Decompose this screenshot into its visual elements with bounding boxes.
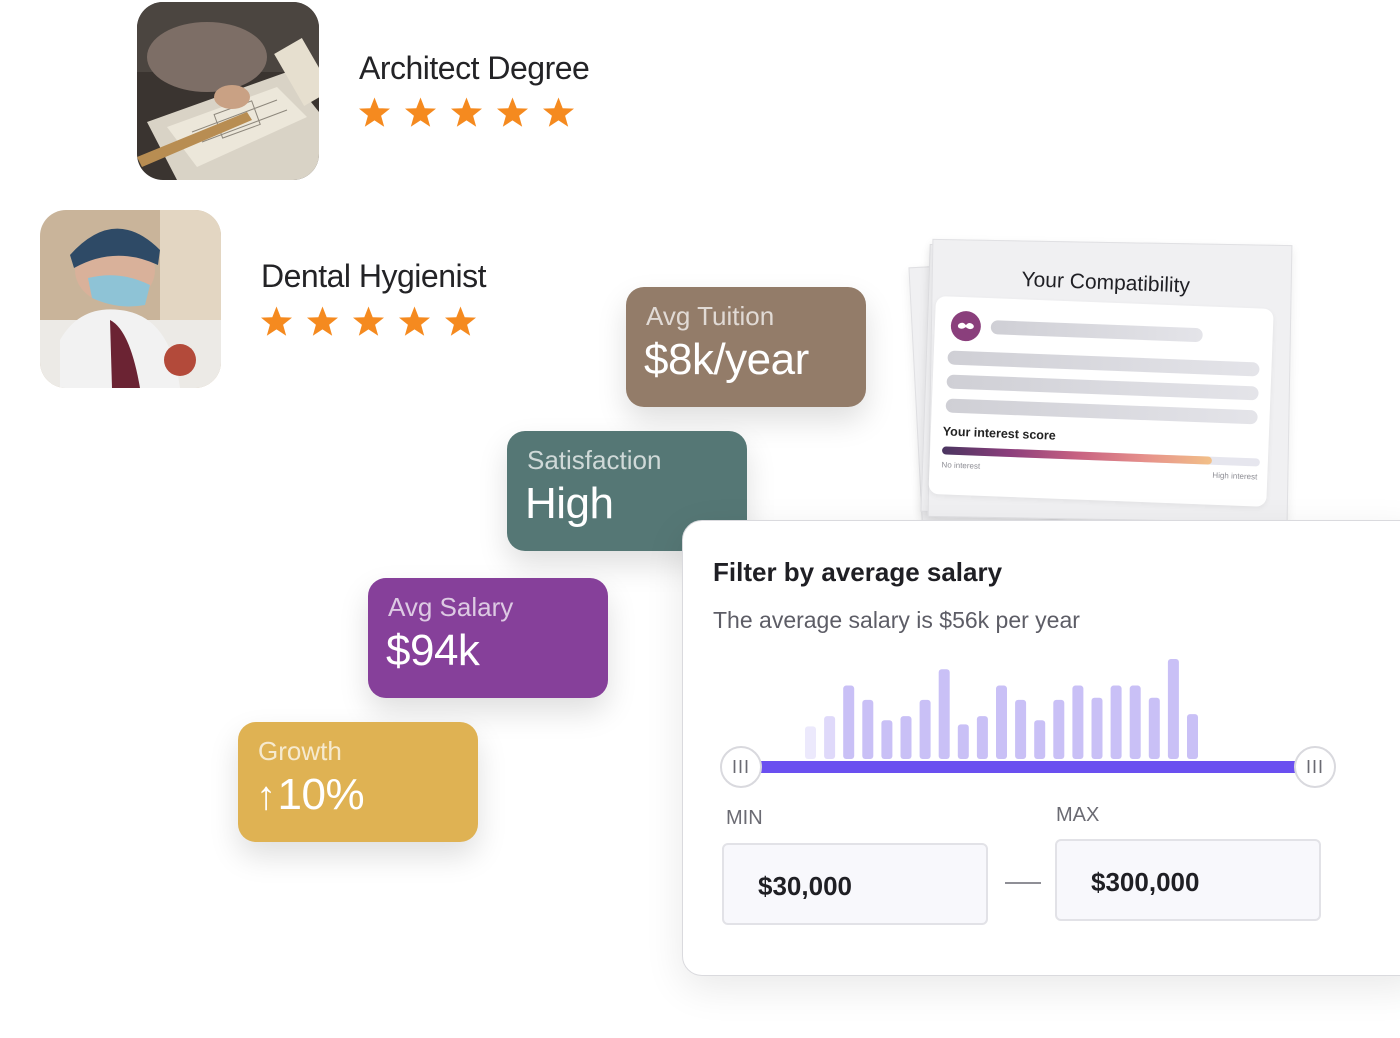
histogram-bar [996,685,1007,759]
star-icon [449,96,484,131]
tile-label: Satisfaction [527,445,662,475]
tile-label: Growth [258,736,342,766]
star-icon [495,96,530,131]
histogram-bar [805,726,816,759]
star-rating [259,305,478,340]
max-salary-value: $300,000 [1091,867,1200,897]
compatibility-card: Your interest score No interest High int… [928,296,1274,507]
histogram-bar [1053,699,1065,759]
star-icon [357,96,392,131]
interest-min-label: No interest [941,460,981,471]
panel-subtitle: The average salary is $56k per year [713,607,1080,633]
avg-salary-tile[interactable]: Avg Salary $94k [368,578,608,698]
growth-tile[interactable]: Growth ↑10% [238,722,478,842]
star-rating [357,96,576,131]
interest-score-fill [941,446,1213,465]
histogram-bar [1072,685,1084,759]
min-label: MIN [726,807,763,829]
tile-value: High [525,479,614,528]
histogram-bar [1110,685,1122,759]
histogram-bar [843,685,855,759]
max-label: MAX [1056,804,1100,826]
histogram-bar [1187,714,1198,759]
max-range-handle[interactable]: III [1294,746,1336,788]
histogram-bar [1034,720,1046,759]
star-icon [351,305,386,340]
range-separator [1005,882,1041,884]
career-title: Architect Degree [359,50,590,86]
max-salary-field[interactable]: $300,000 [1055,839,1321,921]
dental-photo [40,210,221,388]
interest-score-bar [941,446,1260,467]
tile-label: Avg Salary [388,592,514,622]
career-title: Dental Hygienist [261,258,487,294]
min-salary-value: $30,000 [758,871,852,901]
star-icon [541,96,576,131]
star-icon [259,305,294,340]
star-icon [443,305,478,340]
histogram-bar [1015,699,1027,759]
histogram-bar [1167,659,1179,759]
interest-score-label: Your interest score [942,424,1057,443]
salary-range-track[interactable] [743,761,1303,773]
histogram-bar [862,699,874,759]
histogram-bar [919,699,931,759]
architect-photo [137,2,319,180]
histogram-bar [900,716,912,759]
placeholder-line [947,350,1260,377]
histogram-bar [938,669,950,759]
min-salary-field[interactable]: $30,000 [722,843,988,925]
star-icon [305,305,340,340]
tile-value: ↑10% [256,770,365,819]
panel-title: Filter by average salary [713,557,1003,587]
star-icon [403,96,438,131]
salary-filter-panel: Filter by average salary The average sal… [682,520,1400,976]
histogram-bar [824,716,836,759]
placeholder-line [946,374,1259,401]
tile-value: $8k/year [644,335,809,384]
tile-value: $94k [386,626,480,675]
star-icon [397,305,432,340]
histogram-bar [957,724,969,759]
interest-max-label: High interest [1212,470,1258,482]
arrow-up-icon: ↑ [256,774,276,818]
tile-label: Avg Tuition [646,301,775,331]
histogram-bar [976,716,988,759]
placeholder-line [990,320,1203,343]
histogram-bar [1129,685,1141,759]
mustache-icon [950,310,982,342]
histogram-bar [1148,697,1160,759]
placeholder-line [945,398,1258,425]
histogram-bar [881,720,893,759]
avg-tuition-tile[interactable]: Avg Tuition $8k/year [626,287,866,407]
min-range-handle[interactable]: III [720,746,762,788]
histogram-bar [1091,697,1103,759]
